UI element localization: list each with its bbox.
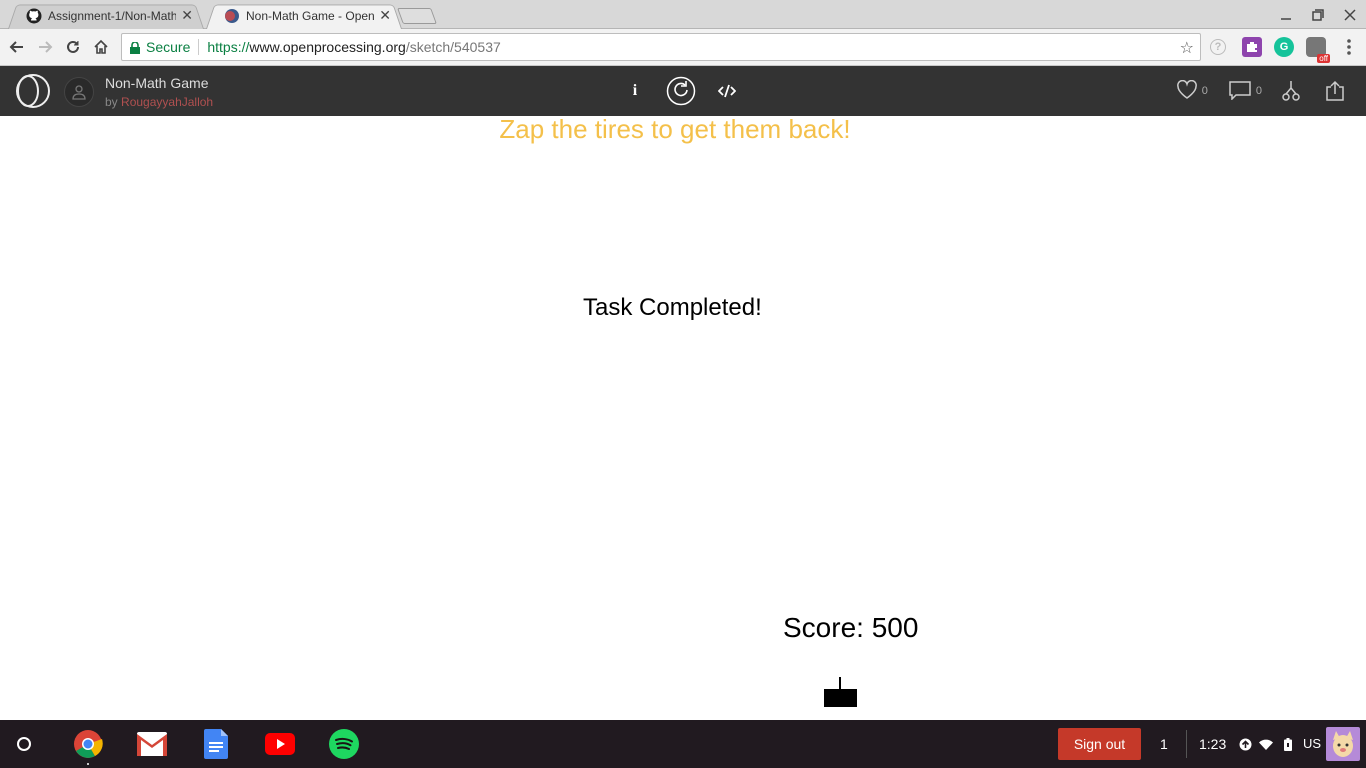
battery-icon[interactable] xyxy=(1281,737,1295,751)
instruction-text: Zap the tires to get them back! xyxy=(499,114,851,144)
chrome-menu-icon[interactable] xyxy=(1338,36,1360,58)
spotify-icon[interactable] xyxy=(328,728,360,760)
back-icon[interactable] xyxy=(6,36,28,58)
info-button[interactable]: i xyxy=(620,82,650,100)
comment-count: 0 xyxy=(1255,85,1262,97)
clock[interactable]: 1:23 xyxy=(1199,736,1226,752)
running-indicator xyxy=(87,763,89,765)
score-text: Score: 500 xyxy=(783,612,919,643)
fork-icon[interactable] xyxy=(1282,80,1300,102)
toggle-extension-icon[interactable]: off xyxy=(1306,37,1330,63)
user-avatar[interactable] xyxy=(1326,727,1360,761)
input-locale[interactable]: US xyxy=(1303,736,1321,751)
tab-non-math-game[interactable]: Non-Math Game - OpenP ✕ xyxy=(206,2,402,30)
reload-icon[interactable] xyxy=(62,36,84,58)
sketch-controls: i xyxy=(620,66,742,116)
grammarly-icon[interactable]: G xyxy=(1274,37,1294,57)
restart-sketch-icon[interactable] xyxy=(664,76,698,106)
code-view-icon[interactable] xyxy=(712,84,742,98)
update-icon[interactable] xyxy=(1238,737,1252,751)
tab-assignment[interactable]: Assignment-1/Non-Math ✕ xyxy=(8,2,204,30)
url-host: www.openprocessing.org xyxy=(249,39,406,55)
close-window-icon[interactable] xyxy=(1334,0,1366,29)
openprocessing-logo-icon[interactable] xyxy=(14,73,52,109)
comment-icon xyxy=(1228,80,1252,103)
restore-icon[interactable] xyxy=(1302,0,1334,29)
divider xyxy=(198,39,200,55)
sketch-title: Non-Math Game xyxy=(105,75,209,91)
os-shelf: Sign out 1 1:23 US xyxy=(0,720,1366,768)
url-path: /sketch/540537 xyxy=(405,39,501,55)
like-button[interactable]: 0 xyxy=(1176,79,1208,103)
author-link[interactable]: RougayyahJalloh xyxy=(121,95,213,109)
heart-icon xyxy=(1176,79,1198,103)
github-icon xyxy=(26,8,42,24)
sketch-header: Non-Math Game by RougayyahJalloh i 0 0 xyxy=(0,66,1366,116)
tab-strip: Assignment-1/Non-Math ✕ Non-Math Game - … xyxy=(0,0,1366,30)
author-prefix: by xyxy=(105,95,118,109)
task-status-text: Task Completed! xyxy=(583,294,762,321)
openprocessing-icon xyxy=(224,8,240,24)
close-tab-icon[interactable]: ✕ xyxy=(378,7,392,24)
like-count: 0 xyxy=(1201,85,1208,97)
launcher-icon[interactable] xyxy=(17,737,31,751)
url-scheme: https:// xyxy=(207,39,250,55)
home-icon[interactable] xyxy=(90,36,112,58)
sketch-author-line: by RougayyahJalloh xyxy=(105,95,213,109)
browser-toolbar: Secure https:// www.openprocessing.org /… xyxy=(0,29,1366,66)
puzzle-extension-icon[interactable] xyxy=(1242,37,1262,57)
notification-count[interactable]: 1 xyxy=(1160,736,1168,752)
new-tab-button[interactable] xyxy=(397,8,437,24)
chrome-icon[interactable] xyxy=(72,728,104,765)
comment-button[interactable]: 0 xyxy=(1228,80,1262,103)
close-tab-icon[interactable]: ✕ xyxy=(180,7,194,24)
tab-title: Assignment-1/Non-Math xyxy=(48,8,177,23)
youtube-icon[interactable] xyxy=(264,728,296,760)
docs-icon[interactable] xyxy=(200,728,232,760)
lock-icon xyxy=(130,41,140,54)
extension-badge: off xyxy=(1317,54,1330,63)
share-icon[interactable] xyxy=(1324,80,1346,102)
tray-divider xyxy=(1186,730,1187,758)
bookmark-star-icon[interactable]: ☆ xyxy=(1180,38,1194,58)
extension-circle-icon[interactable]: ? xyxy=(1210,39,1226,55)
forward-icon[interactable] xyxy=(34,36,56,58)
minimize-icon[interactable] xyxy=(1270,0,1302,29)
tab-title: Non-Math Game - OpenP xyxy=(246,8,375,23)
wifi-icon[interactable] xyxy=(1259,737,1273,751)
sketch-canvas[interactable]: Zap the tires to get them back! Task Com… xyxy=(0,114,1366,720)
sign-out-button[interactable]: Sign out xyxy=(1058,728,1141,760)
address-bar[interactable]: Secure https:// www.openprocessing.org /… xyxy=(121,33,1201,61)
gmail-icon[interactable] xyxy=(136,728,168,760)
secure-label: Secure xyxy=(146,39,191,55)
cannon-player xyxy=(824,689,857,707)
author-avatar[interactable] xyxy=(64,77,94,107)
sketch-actions: 0 0 xyxy=(1156,66,1346,116)
